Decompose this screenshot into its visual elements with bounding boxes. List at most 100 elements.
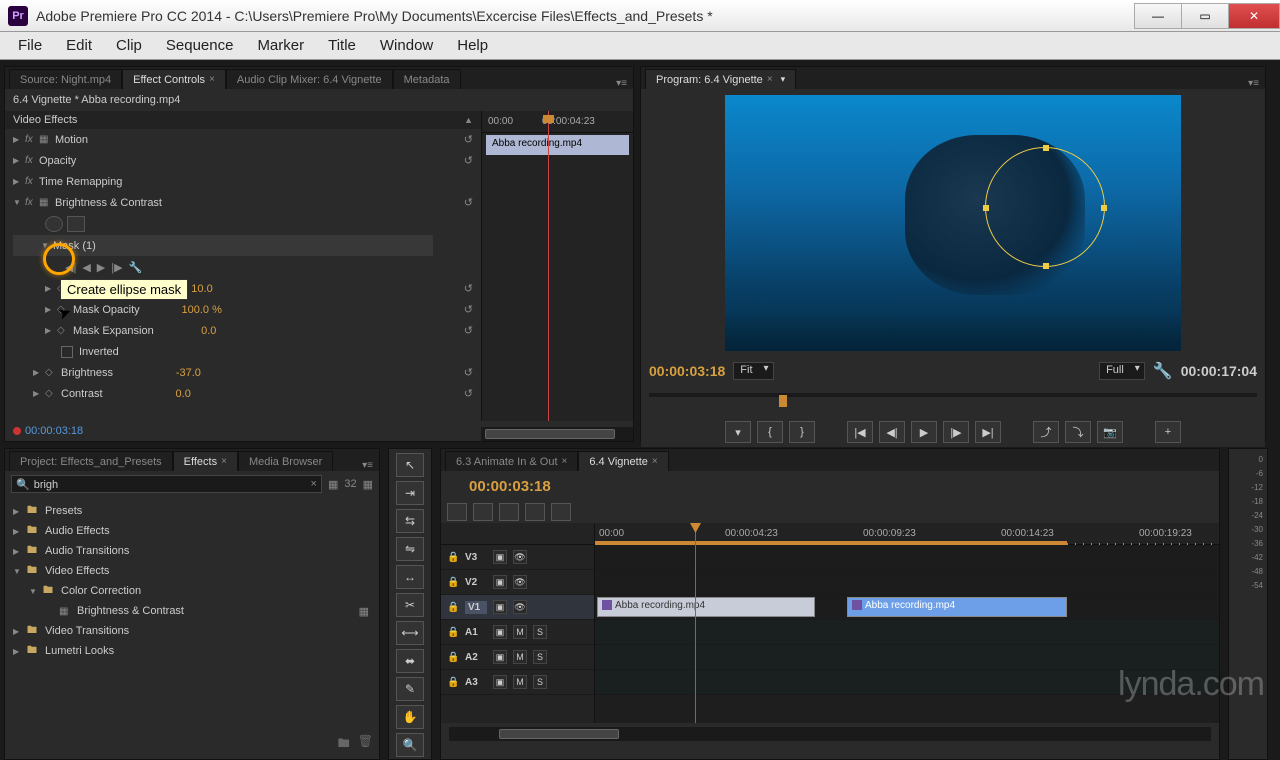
menu-edit[interactable]: Edit	[56, 35, 102, 56]
menu-title[interactable]: Title	[318, 35, 366, 56]
rate-stretch-tool[interactable]: ↔	[396, 565, 424, 589]
tab-audio-mixer[interactable]: Audio Clip Mixer: 6.4 Vignette	[226, 69, 393, 89]
timeline-playhead[interactable]	[695, 523, 696, 723]
settings-icon[interactable]	[551, 503, 571, 521]
track-head-v3[interactable]: 🔒V3▣👁	[441, 545, 594, 570]
menu-file[interactable]: File	[8, 35, 52, 56]
mask-overlay-circle[interactable]	[985, 147, 1105, 267]
prop-contrast[interactable]: ▶◇Contrast0.0↺	[5, 383, 481, 404]
solo-button[interactable]: S	[533, 650, 547, 664]
lock-icon[interactable]: 🔒	[447, 552, 459, 563]
razor-tool[interactable]: ✂	[396, 593, 424, 617]
step-back-button[interactable]: ◀|	[879, 421, 905, 443]
new-bin-icon[interactable]: 🖿	[338, 734, 350, 755]
mark-out-button[interactable]: {	[757, 421, 783, 443]
timeline-timecode[interactable]: 00:00:03:18	[469, 478, 551, 495]
panel-menu-icon[interactable]: ▾≡	[616, 78, 627, 89]
extract-button[interactable]: ⤵	[1065, 421, 1091, 443]
mask-handle[interactable]	[1043, 263, 1049, 269]
prop-mask-opacity[interactable]: ▶◇Mask Opacity100.0 %↺	[5, 299, 481, 320]
tab-metadata[interactable]: Metadata	[393, 69, 461, 89]
checkbox-inverted[interactable]	[61, 346, 73, 358]
program-scrubber[interactable]	[649, 393, 1257, 413]
wrench-icon[interactable]: 🔧	[129, 261, 143, 274]
prop-opacity[interactable]: ▶fxOpacity↺	[5, 150, 481, 171]
go-to-in-button[interactable]: |◀	[847, 421, 873, 443]
pen-tool[interactable]: ✎	[396, 677, 424, 701]
track-head-v1[interactable]: 🔒V1▣👁	[441, 595, 594, 620]
play-button[interactable]: ▶	[911, 421, 937, 443]
tab-sequence-1[interactable]: 6.3 Animate In & Out×	[445, 451, 578, 471]
tab-effects[interactable]: Effects×	[173, 451, 238, 471]
tab-project[interactable]: Project: Effects_and_Presets	[9, 451, 173, 471]
lift-button[interactable]: ⤴	[1033, 421, 1059, 443]
tree-video-transitions[interactable]: ▶🖿Video Transitions	[5, 621, 379, 641]
lock-icon[interactable]: 🔒	[447, 677, 459, 688]
prop-mask1[interactable]: ▼Mask (1)	[13, 235, 433, 256]
add-button[interactable]: +	[1155, 421, 1181, 443]
slide-tool[interactable]: ⬌	[396, 649, 424, 673]
prop-motion[interactable]: ▶fx▦Motion↺	[5, 129, 481, 150]
maximize-button[interactable]: ▭	[1181, 3, 1229, 29]
close-icon[interactable]: ×	[209, 74, 215, 85]
tree-video-effects[interactable]: ▼🖿Video Effects	[5, 561, 379, 581]
tree-color-correction[interactable]: ▼🖿Color Correction	[5, 581, 379, 601]
clear-search-icon[interactable]: ×	[311, 478, 317, 490]
menu-help[interactable]: Help	[447, 35, 498, 56]
fx-32-icon[interactable]: 32	[344, 478, 356, 490]
mask-handle[interactable]	[983, 205, 989, 211]
timeline-clip-1[interactable]: Abba recording.mp4	[597, 597, 815, 617]
prop-time-remapping[interactable]: ▶fxTime Remapping	[5, 171, 481, 192]
track-select-tool[interactable]: ⇥	[396, 481, 424, 505]
snap-icon[interactable]	[473, 503, 493, 521]
eye-icon[interactable]: 👁	[513, 550, 527, 564]
mark-clip-button[interactable]: }	[789, 421, 815, 443]
tab-effect-controls[interactable]: Effect Controls×	[122, 69, 226, 89]
tree-brightness-contrast[interactable]: ▦Brightness & Contrast▦	[5, 601, 379, 621]
eye-icon[interactable]: 👁	[513, 600, 527, 614]
reset-icon[interactable]: ↺	[464, 154, 473, 167]
wrench-icon[interactable]: 🔧	[1153, 361, 1173, 381]
scrub-playhead-icon[interactable]	[779, 395, 787, 407]
mask-handle[interactable]	[1043, 145, 1049, 151]
lock-icon[interactable]: 🔒	[447, 652, 459, 663]
lock-icon[interactable]: 🔒	[447, 602, 459, 613]
menu-clip[interactable]: Clip	[106, 35, 152, 56]
playhead-icon[interactable]	[548, 111, 549, 421]
tab-sequence-2[interactable]: 6.4 Vignette×	[578, 451, 668, 471]
fx-badge-icon[interactable]: ▦	[328, 478, 338, 491]
ripple-edit-tool[interactable]: ⇆	[396, 509, 424, 533]
lock-icon[interactable]: 🔒	[447, 627, 459, 638]
delete-icon[interactable]: 🗑	[358, 734, 373, 755]
reset-icon[interactable]: ↺	[464, 133, 473, 146]
tree-presets[interactable]: ▶🖿Presets	[5, 501, 379, 521]
eye-icon[interactable]: 👁	[513, 575, 527, 589]
tree-lumetri[interactable]: ▶🖿Lumetri Looks	[5, 641, 379, 661]
resolution-dropdown[interactable]: Full	[1099, 362, 1145, 380]
track-lane-v3[interactable]	[595, 545, 1219, 570]
close-button[interactable]: ✕	[1228, 3, 1280, 29]
panel-menu-icon[interactable]: ▾≡	[1248, 78, 1259, 89]
ellipse-mask-button[interactable]	[45, 216, 63, 232]
track-back-step-icon[interactable]: ◀	[82, 261, 90, 274]
solo-button[interactable]: S	[533, 625, 547, 639]
rectangle-mask-button[interactable]	[67, 216, 85, 232]
mark-in-button[interactable]: ▾	[725, 421, 751, 443]
mute-button[interactable]: M	[513, 625, 527, 639]
toggle-output-icon[interactable]: ▣	[493, 550, 507, 564]
effects-search-input[interactable]: 🔍brigh×	[11, 475, 322, 493]
lock-icon[interactable]: 🔒	[447, 577, 459, 588]
tree-audio-transitions[interactable]: ▶🖿Audio Transitions	[5, 541, 379, 561]
track-fwd-step-icon[interactable]: ▶	[97, 261, 105, 274]
tab-program[interactable]: Program: 6.4 Vignette×▾	[645, 69, 796, 89]
slip-tool[interactable]: ⟷	[396, 621, 424, 645]
export-frame-button[interactable]: 📷	[1097, 421, 1123, 443]
tab-source[interactable]: Source: Night.mp4	[9, 69, 122, 89]
program-timecode-left[interactable]: 00:00:03:18	[649, 363, 725, 379]
prop-brightness[interactable]: ▶◇Brightness-37.0↺	[5, 362, 481, 383]
mute-button[interactable]: M	[513, 650, 527, 664]
prop-mask-expansion[interactable]: ▶◇Mask Expansion0.0↺	[5, 320, 481, 341]
prop-brightness-contrast[interactable]: ▼fx▦Brightness & Contrast↺	[5, 192, 481, 213]
track-head-v2[interactable]: 🔒V2▣👁	[441, 570, 594, 595]
track-fwd-icon[interactable]: |▶	[111, 261, 122, 274]
